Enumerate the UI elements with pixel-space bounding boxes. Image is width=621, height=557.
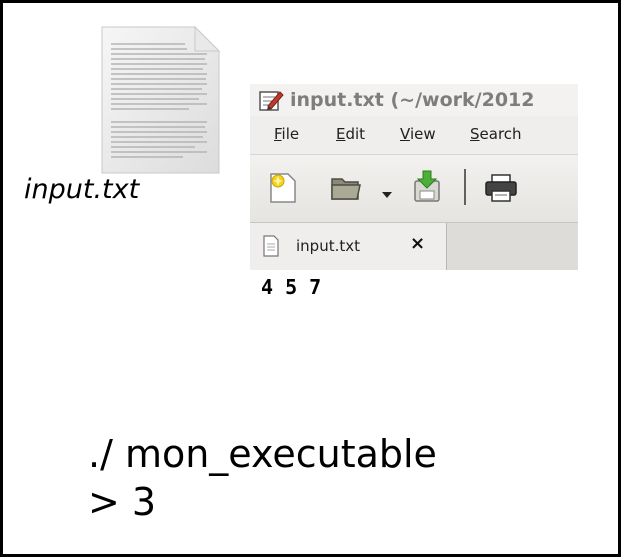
menu-edit[interactable]: Edit <box>336 125 365 143</box>
tab-bar: input.txt × <box>250 222 578 271</box>
open-folder-icon[interactable] <box>330 173 362 207</box>
menu-bar: File Edit View Search <box>250 116 578 154</box>
editor-text-area[interactable]: 4 5 7 <box>250 270 578 366</box>
toolbar <box>250 154 578 223</box>
command-line: ./ mon_executable <box>88 432 437 476</box>
command-text: ./ mon_executable > 3 <box>88 430 437 526</box>
close-tab-button[interactable]: × <box>410 234 425 254</box>
dropdown-arrow-icon[interactable] <box>381 184 393 203</box>
tab-input-txt[interactable]: input.txt × <box>250 223 447 271</box>
save-icon[interactable] <box>412 169 442 207</box>
command-output: > 3 <box>88 480 157 524</box>
text-editor-window: input.txt (~/work/2012 File Edit View Se… <box>250 84 578 366</box>
file-label[interactable]: input.txt <box>24 174 139 205</box>
window-titlebar[interactable]: input.txt (~/work/2012 <box>250 84 578 116</box>
document-content: 4 5 7 <box>261 275 322 299</box>
menu-view[interactable]: View <box>400 125 436 143</box>
text-editor-icon <box>258 88 284 116</box>
new-document-icon[interactable] <box>268 171 298 209</box>
print-icon[interactable] <box>484 173 518 207</box>
menu-search[interactable]: Search <box>470 125 522 143</box>
menu-file[interactable]: File <box>274 125 299 143</box>
document-icon <box>262 235 280 261</box>
toolbar-separator <box>463 167 467 211</box>
text-document-icon[interactable] <box>99 24 223 176</box>
tab-label: input.txt <box>296 237 360 255</box>
window-title: input.txt (~/work/2012 <box>290 89 535 111</box>
